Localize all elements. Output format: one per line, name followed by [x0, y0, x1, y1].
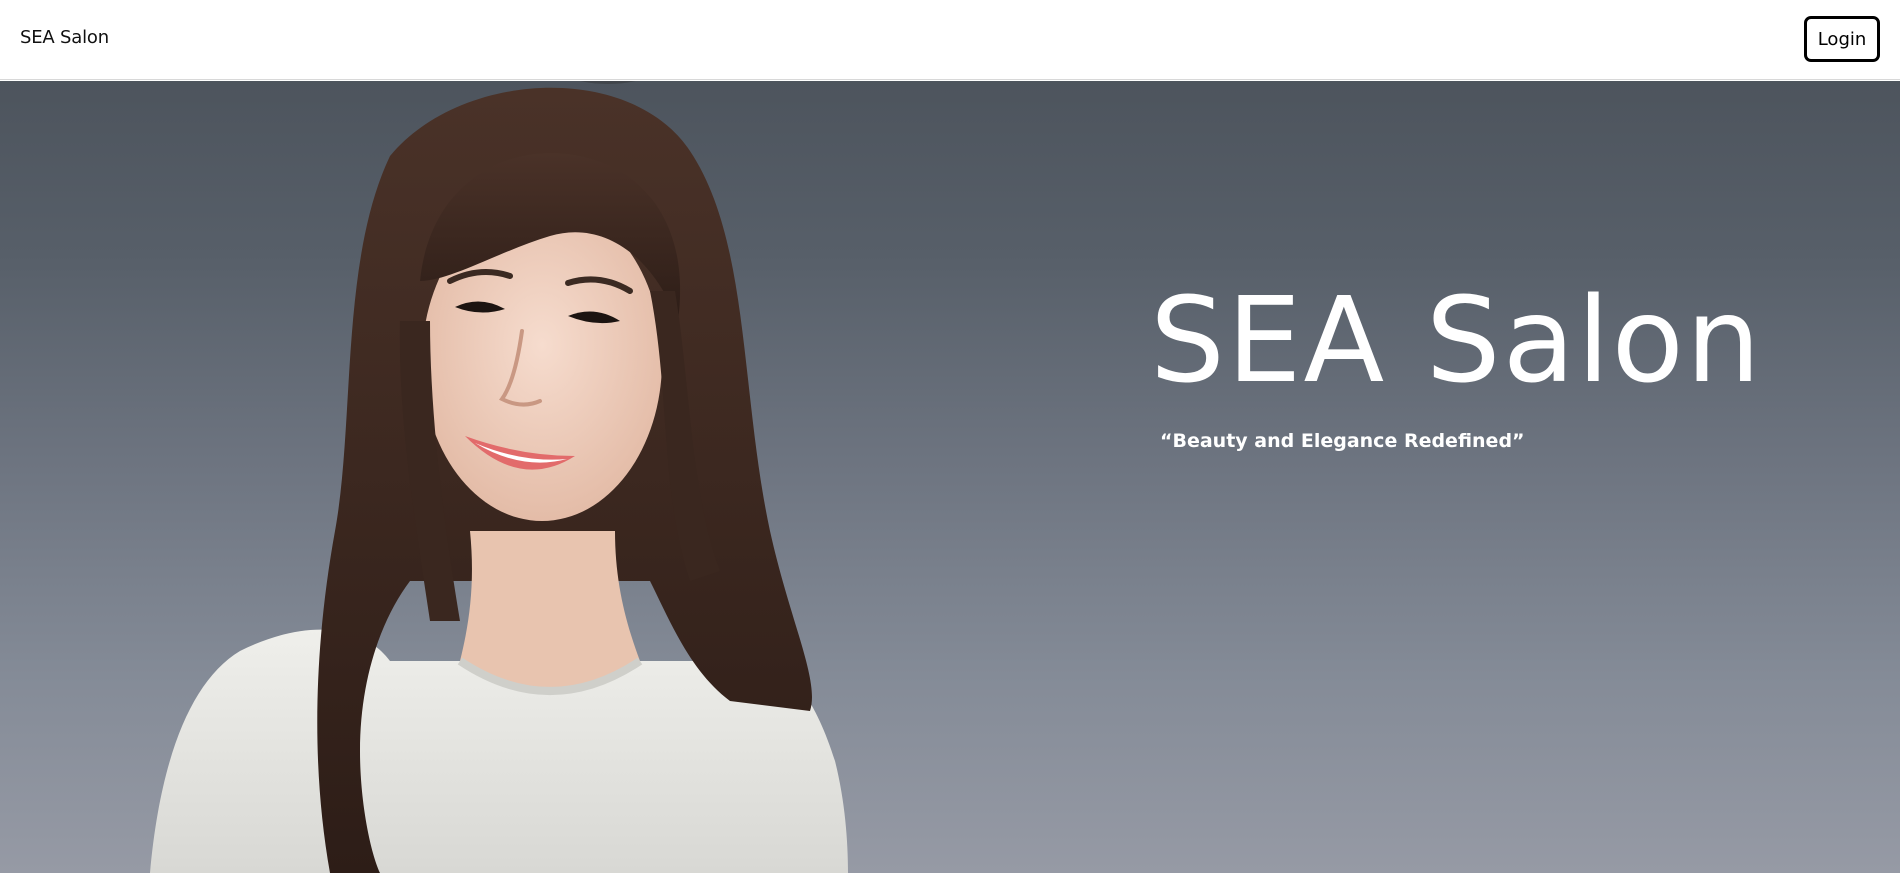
hero-tagline: “Beauty and Elegance Redefined” — [1160, 430, 1525, 452]
hero-section: SEA Salon “Beauty and Elegance Redefined… — [0, 81, 1900, 873]
navbar: SEA Salon Login — [0, 0, 1900, 80]
brand-name[interactable]: SEA Salon — [20, 27, 109, 48]
hero-portrait-image — [150, 81, 848, 873]
login-button[interactable]: Login — [1804, 16, 1880, 62]
hero-title: SEA Salon — [1150, 271, 1763, 409]
